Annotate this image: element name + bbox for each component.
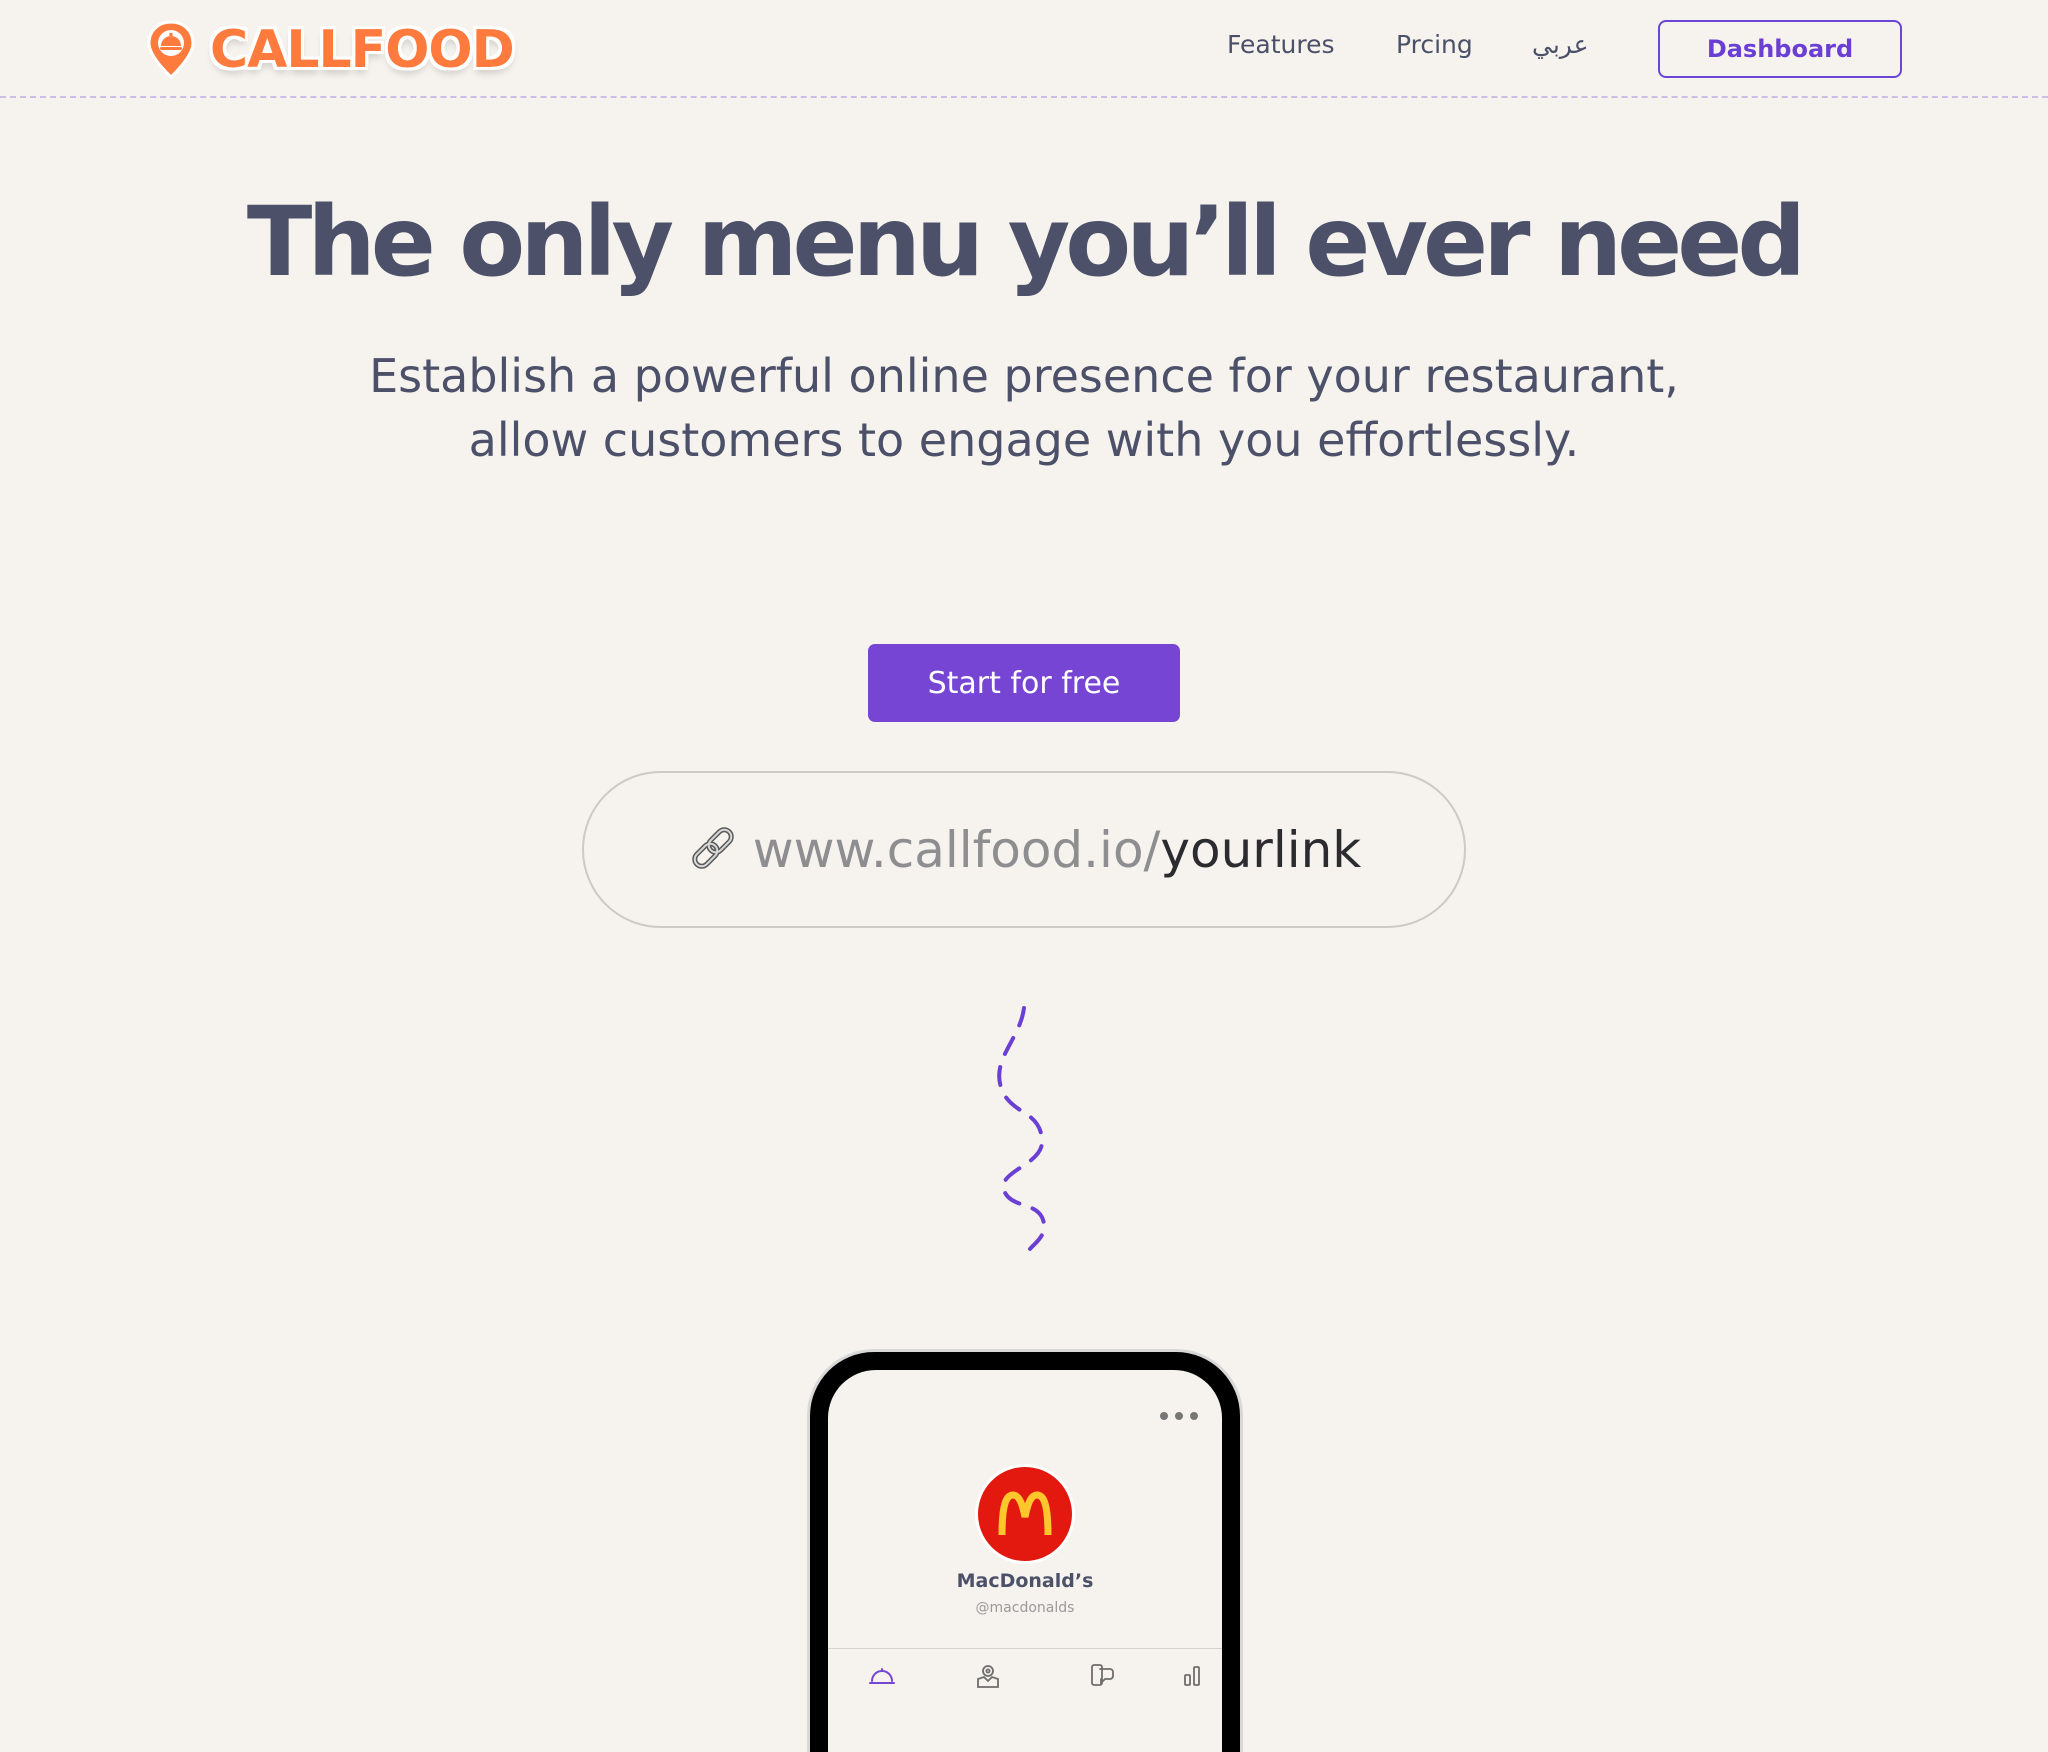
hero-subtitle: Establish a powerful online presence for… <box>0 344 2048 472</box>
restaurant-avatar <box>975 1464 1075 1564</box>
nav-features-link[interactable]: Features <box>1227 30 1335 59</box>
brand-logo[interactable]: CALLFOOD <box>146 18 515 82</box>
phone-screen: MacDonald’s @macdonalds <box>828 1370 1222 1752</box>
stats-bars-icon[interactable] <box>1178 1661 1206 1689</box>
nav-language-arabic-link[interactable]: عربي <box>1532 30 1589 59</box>
brand-name: CALLFOOD <box>210 20 515 80</box>
link-chain-icon <box>691 826 734 869</box>
dashboard-button[interactable]: Dashboard <box>1658 20 1902 78</box>
link-base-url: www.callfood.io/ <box>752 820 1161 879</box>
location-pin-icon <box>147 20 195 80</box>
decorative-squiggle-line <box>997 1006 1046 1257</box>
menu-cloche-icon[interactable] <box>868 1661 896 1689</box>
hero-subtitle-line1: Establish a powerful online presence for… <box>369 349 1679 403</box>
nav-pricing-link[interactable]: Prcing <box>1396 30 1473 59</box>
chat-bubble-icon[interactable] <box>1088 1661 1116 1689</box>
restaurant-handle: @macdonalds <box>975 1600 1075 1616</box>
hero-title: The only menu you’ll ever need <box>246 186 1806 298</box>
start-for-free-button[interactable]: Start for free <box>868 644 1180 722</box>
link-slug-placeholder: yourlink <box>1160 820 1362 879</box>
hero-subtitle-line2: allow customers to engage with you effor… <box>468 413 1580 467</box>
more-options-icon[interactable] <box>1160 1412 1198 1420</box>
site-header: CALLFOOD Features Prcing عربي Dashboard <box>0 0 2048 98</box>
phone-tab-bar <box>828 1648 1222 1709</box>
restaurant-name: MacDonald’s <box>956 1570 1094 1592</box>
golden-arches-logo-icon <box>998 1491 1052 1536</box>
phone-mockup: MacDonald’s @macdonalds <box>810 1352 1240 1752</box>
custom-link-field[interactable]: www.callfood.io/yourlink <box>582 771 1466 928</box>
map-location-icon[interactable] <box>974 1661 1002 1689</box>
